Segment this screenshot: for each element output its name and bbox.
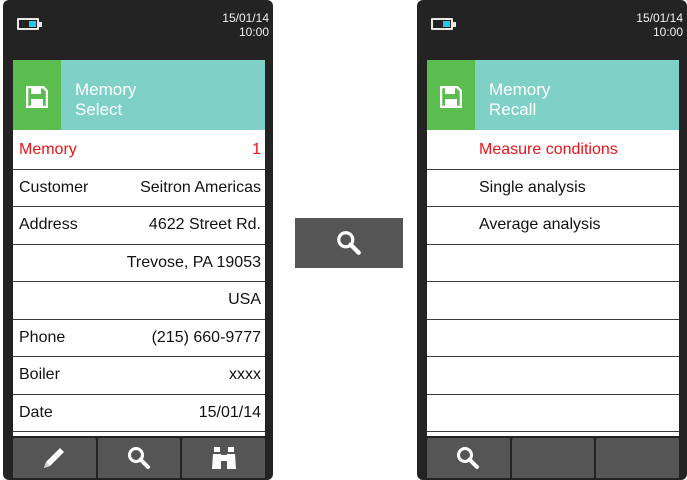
battery-icon — [431, 18, 456, 30]
row-date[interactable]: Date 15/01/14 — [13, 395, 265, 432]
search-icon — [337, 231, 361, 255]
menu-item-empty — [427, 320, 679, 357]
row-label: Address — [19, 216, 78, 233]
softkey-edit[interactable] — [13, 438, 96, 478]
softkey-empty[interactable] — [596, 438, 680, 478]
status-time: 10:00 — [238, 25, 269, 39]
menu-item-measure-conditions[interactable]: Measure conditions — [427, 132, 679, 170]
pencil-icon — [44, 448, 65, 468]
row-customer[interactable]: Customer Seitron Americas — [13, 170, 265, 207]
row-boiler[interactable]: Boiler xxxx — [13, 357, 265, 395]
page-title-line1: Memory — [75, 80, 137, 99]
binoculars-icon — [211, 447, 236, 469]
page-title-line1: Memory — [489, 80, 551, 99]
menu-item-empty — [427, 357, 679, 395]
status-date: 15/01/14 — [636, 11, 683, 25]
screen-header: Memory Recall — [427, 60, 679, 130]
row-value: 4622 Street Rd. — [148, 216, 261, 233]
row-label: Phone — [19, 328, 66, 346]
row-value: Trevose, PA 19053 — [126, 253, 261, 271]
recall-menu-list: Measure conditions Single analysis Avera… — [427, 132, 679, 432]
row-label: Boiler — [19, 366, 60, 383]
row-address-city[interactable]: Trevose, PA 19053 — [13, 245, 265, 282]
row-memory[interactable]: Memory 1 — [13, 132, 265, 170]
page-title: Memory Select — [75, 80, 136, 120]
search-icon — [457, 447, 480, 469]
softkey-bar — [13, 438, 266, 478]
row-value: 1 — [252, 141, 261, 158]
status-bar: 15/01/14 10:00 — [417, 0, 687, 50]
row-label: Customer — [19, 178, 89, 196]
softkey-search[interactable] — [97, 438, 181, 478]
menu-item-empty — [427, 395, 679, 432]
battery-icon — [17, 18, 42, 30]
row-phone[interactable]: Phone (215) 660-9777 — [13, 320, 265, 357]
menu-item-empty — [427, 282, 679, 320]
screen-header: Memory Select — [13, 60, 265, 130]
row-value: USA — [228, 291, 261, 308]
status-bar: 15/01/14 10:00 — [3, 0, 273, 50]
page-title-line2: Select — [75, 100, 123, 119]
search-icon — [128, 447, 150, 469]
floppy-disk-icon — [26, 86, 48, 108]
device-right: 15/01/14 10:00 Memory Recall Measure con… — [417, 0, 687, 480]
row-address[interactable]: Address 4622 Street Rd. — [13, 207, 265, 245]
status-time: 10:00 — [652, 25, 683, 39]
device-left: 15/01/14 10:00 Memory Select Memory 1 Cu… — [3, 0, 273, 480]
screen-memory-select: Memory Select Memory 1 Customer Seitron … — [13, 60, 265, 436]
softkey-browse[interactable] — [182, 438, 266, 478]
row-value: 15/01/14 — [198, 403, 261, 421]
memory-field-list: Memory 1 Customer Seitron Americas Addre… — [13, 132, 265, 432]
header-icon-box — [427, 60, 475, 130]
row-label: Date — [19, 403, 53, 421]
screen-memory-recall: Memory Recall Measure conditions Single … — [427, 60, 679, 436]
row-value: xxxx — [229, 366, 261, 383]
datetime: 15/01/14 10:00 — [222, 11, 269, 39]
menu-item-average-analysis[interactable]: Average analysis — [427, 207, 679, 245]
header-icon-box — [13, 60, 61, 130]
softkey-bar — [427, 438, 680, 478]
floppy-disk-icon — [440, 86, 462, 108]
status-date: 15/01/14 — [222, 11, 269, 25]
row-value: (215) 660-9777 — [151, 328, 261, 346]
menu-item-empty — [427, 245, 679, 282]
menu-item-label: Average analysis — [479, 216, 601, 233]
softkey-search[interactable] — [427, 438, 510, 478]
row-label: Memory — [19, 141, 77, 158]
search-button[interactable] — [295, 218, 403, 268]
softkey-empty[interactable] — [511, 438, 595, 478]
row-value: Seitron Americas — [140, 178, 261, 196]
menu-item-label: Single analysis — [479, 178, 586, 196]
datetime: 15/01/14 10:00 — [636, 11, 683, 39]
menu-item-single-analysis[interactable]: Single analysis — [427, 170, 679, 207]
page-title: Memory Recall — [489, 80, 550, 120]
row-address-country[interactable]: USA — [13, 282, 265, 320]
menu-item-label: Measure conditions — [479, 141, 618, 158]
page-title-line2: Recall — [489, 100, 537, 119]
